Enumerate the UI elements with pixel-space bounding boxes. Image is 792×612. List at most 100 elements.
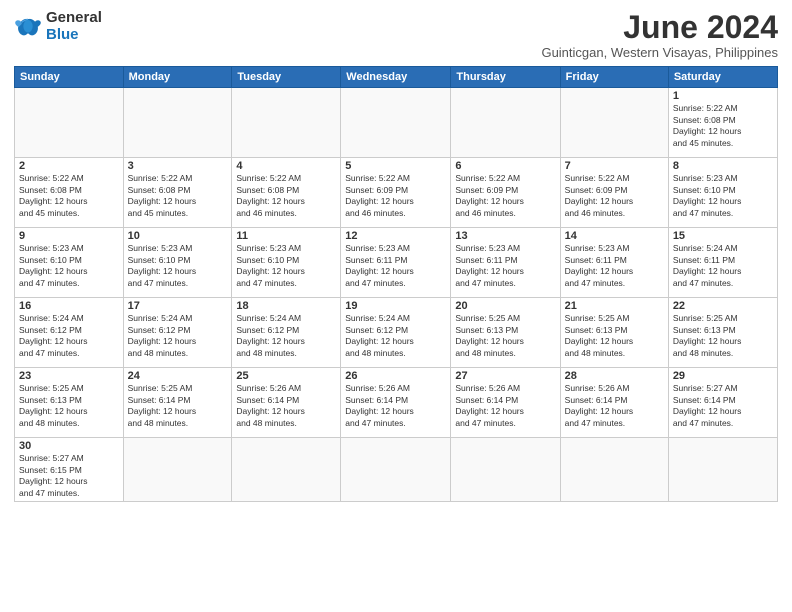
- calendar-cell: 8Sunrise: 5:23 AM Sunset: 6:10 PM Daylig…: [668, 158, 777, 228]
- day-number: 27: [455, 370, 555, 382]
- day-info: Sunrise: 5:24 AM Sunset: 6:12 PM Dayligh…: [236, 313, 336, 359]
- day-number: 18: [236, 300, 336, 312]
- day-number: 10: [128, 230, 228, 242]
- calendar-cell: 1Sunrise: 5:22 AM Sunset: 6:08 PM Daylig…: [668, 88, 777, 158]
- day-info: Sunrise: 5:22 AM Sunset: 6:08 PM Dayligh…: [236, 173, 336, 219]
- day-info: Sunrise: 5:25 AM Sunset: 6:13 PM Dayligh…: [565, 313, 664, 359]
- calendar-cell: 9Sunrise: 5:23 AM Sunset: 6:10 PM Daylig…: [15, 228, 124, 298]
- day-info: Sunrise: 5:25 AM Sunset: 6:13 PM Dayligh…: [673, 313, 773, 359]
- day-info: Sunrise: 5:26 AM Sunset: 6:14 PM Dayligh…: [455, 383, 555, 429]
- day-number: 11: [236, 230, 336, 242]
- day-number: 26: [345, 370, 446, 382]
- day-info: Sunrise: 5:22 AM Sunset: 6:08 PM Dayligh…: [128, 173, 228, 219]
- header-saturday: Saturday: [668, 67, 777, 88]
- day-number: 3: [128, 160, 228, 172]
- header-wednesday: Wednesday: [341, 67, 451, 88]
- calendar-cell: 25Sunrise: 5:26 AM Sunset: 6:14 PM Dayli…: [232, 368, 341, 438]
- calendar-cell: 6Sunrise: 5:22 AM Sunset: 6:09 PM Daylig…: [451, 158, 560, 228]
- calendar-cell: 3Sunrise: 5:22 AM Sunset: 6:08 PM Daylig…: [123, 158, 232, 228]
- day-info: Sunrise: 5:22 AM Sunset: 6:09 PM Dayligh…: [455, 173, 555, 219]
- calendar-cell: [451, 88, 560, 158]
- day-number: 17: [128, 300, 228, 312]
- day-number: 1: [673, 90, 773, 102]
- calendar-cell: 24Sunrise: 5:25 AM Sunset: 6:14 PM Dayli…: [123, 368, 232, 438]
- day-number: 8: [673, 160, 773, 172]
- header-thursday: Thursday: [451, 67, 560, 88]
- day-number: 13: [455, 230, 555, 242]
- calendar-cell: 29Sunrise: 5:27 AM Sunset: 6:14 PM Dayli…: [668, 368, 777, 438]
- day-number: 21: [565, 300, 664, 312]
- calendar-cell: 2Sunrise: 5:22 AM Sunset: 6:08 PM Daylig…: [15, 158, 124, 228]
- calendar-row: 30Sunrise: 5:27 AM Sunset: 6:15 PM Dayli…: [15, 438, 778, 502]
- calendar-cell: 15Sunrise: 5:24 AM Sunset: 6:11 PM Dayli…: [668, 228, 777, 298]
- calendar-cell: [341, 88, 451, 158]
- header-sunday: Sunday: [15, 67, 124, 88]
- page: General Blue June 2024 Guinticgan, Weste…: [0, 0, 792, 612]
- day-info: Sunrise: 5:22 AM Sunset: 6:09 PM Dayligh…: [565, 173, 664, 219]
- day-number: 29: [673, 370, 773, 382]
- calendar-cell: 21Sunrise: 5:25 AM Sunset: 6:13 PM Dayli…: [560, 298, 668, 368]
- calendar-cell: 28Sunrise: 5:26 AM Sunset: 6:14 PM Dayli…: [560, 368, 668, 438]
- day-info: Sunrise: 5:23 AM Sunset: 6:11 PM Dayligh…: [565, 243, 664, 289]
- day-number: 5: [345, 160, 446, 172]
- header-monday: Monday: [123, 67, 232, 88]
- calendar-cell: 23Sunrise: 5:25 AM Sunset: 6:13 PM Dayli…: [15, 368, 124, 438]
- day-number: 20: [455, 300, 555, 312]
- calendar-cell: 20Sunrise: 5:25 AM Sunset: 6:13 PM Dayli…: [451, 298, 560, 368]
- day-number: 12: [345, 230, 446, 242]
- day-info: Sunrise: 5:24 AM Sunset: 6:12 PM Dayligh…: [345, 313, 446, 359]
- calendar-cell: 27Sunrise: 5:26 AM Sunset: 6:14 PM Dayli…: [451, 368, 560, 438]
- day-info: Sunrise: 5:26 AM Sunset: 6:14 PM Dayligh…: [236, 383, 336, 429]
- day-number: 7: [565, 160, 664, 172]
- day-number: 25: [236, 370, 336, 382]
- day-info: Sunrise: 5:26 AM Sunset: 6:14 PM Dayligh…: [565, 383, 664, 429]
- day-info: Sunrise: 5:23 AM Sunset: 6:10 PM Dayligh…: [19, 243, 119, 289]
- day-info: Sunrise: 5:25 AM Sunset: 6:13 PM Dayligh…: [19, 383, 119, 429]
- calendar-cell: 12Sunrise: 5:23 AM Sunset: 6:11 PM Dayli…: [341, 228, 451, 298]
- header: General Blue June 2024 Guinticgan, Weste…: [14, 10, 778, 60]
- day-number: 19: [345, 300, 446, 312]
- day-info: Sunrise: 5:23 AM Sunset: 6:11 PM Dayligh…: [455, 243, 555, 289]
- calendar-cell: [341, 438, 451, 502]
- day-info: Sunrise: 5:27 AM Sunset: 6:14 PM Dayligh…: [673, 383, 773, 429]
- calendar-cell: 30Sunrise: 5:27 AM Sunset: 6:15 PM Dayli…: [15, 438, 124, 502]
- calendar-cell: 26Sunrise: 5:26 AM Sunset: 6:14 PM Dayli…: [341, 368, 451, 438]
- day-info: Sunrise: 5:25 AM Sunset: 6:13 PM Dayligh…: [455, 313, 555, 359]
- logo: General Blue: [14, 10, 102, 43]
- calendar-cell: 22Sunrise: 5:25 AM Sunset: 6:13 PM Dayli…: [668, 298, 777, 368]
- day-info: Sunrise: 5:27 AM Sunset: 6:15 PM Dayligh…: [19, 453, 119, 499]
- header-friday: Friday: [560, 67, 668, 88]
- title-block: June 2024 Guinticgan, Western Visayas, P…: [541, 10, 778, 60]
- day-number: 23: [19, 370, 119, 382]
- day-info: Sunrise: 5:23 AM Sunset: 6:10 PM Dayligh…: [673, 173, 773, 219]
- calendar-cell: [232, 438, 341, 502]
- calendar-cell: 10Sunrise: 5:23 AM Sunset: 6:10 PM Dayli…: [123, 228, 232, 298]
- day-info: Sunrise: 5:26 AM Sunset: 6:14 PM Dayligh…: [345, 383, 446, 429]
- day-number: 28: [565, 370, 664, 382]
- subtitle: Guinticgan, Western Visayas, Philippines: [541, 45, 778, 60]
- day-number: 9: [19, 230, 119, 242]
- day-info: Sunrise: 5:23 AM Sunset: 6:10 PM Dayligh…: [128, 243, 228, 289]
- calendar-cell: 13Sunrise: 5:23 AM Sunset: 6:11 PM Dayli…: [451, 228, 560, 298]
- calendar-cell: [668, 438, 777, 502]
- logo-bird-icon: [14, 16, 42, 38]
- calendar-row: 1Sunrise: 5:22 AM Sunset: 6:08 PM Daylig…: [15, 88, 778, 158]
- day-info: Sunrise: 5:22 AM Sunset: 6:09 PM Dayligh…: [345, 173, 446, 219]
- day-number: 15: [673, 230, 773, 242]
- calendar-row: 2Sunrise: 5:22 AM Sunset: 6:08 PM Daylig…: [15, 158, 778, 228]
- calendar-cell: [123, 438, 232, 502]
- day-number: 4: [236, 160, 336, 172]
- day-info: Sunrise: 5:24 AM Sunset: 6:11 PM Dayligh…: [673, 243, 773, 289]
- day-info: Sunrise: 5:25 AM Sunset: 6:14 PM Dayligh…: [128, 383, 228, 429]
- calendar-cell: 16Sunrise: 5:24 AM Sunset: 6:12 PM Dayli…: [15, 298, 124, 368]
- day-number: 6: [455, 160, 555, 172]
- calendar-cell: 4Sunrise: 5:22 AM Sunset: 6:08 PM Daylig…: [232, 158, 341, 228]
- calendar-row: 16Sunrise: 5:24 AM Sunset: 6:12 PM Dayli…: [15, 298, 778, 368]
- calendar-cell: 7Sunrise: 5:22 AM Sunset: 6:09 PM Daylig…: [560, 158, 668, 228]
- calendar-cell: 18Sunrise: 5:24 AM Sunset: 6:12 PM Dayli…: [232, 298, 341, 368]
- day-number: 30: [19, 440, 119, 452]
- day-number: 22: [673, 300, 773, 312]
- calendar-cell: 14Sunrise: 5:23 AM Sunset: 6:11 PM Dayli…: [560, 228, 668, 298]
- calendar-cell: 19Sunrise: 5:24 AM Sunset: 6:12 PM Dayli…: [341, 298, 451, 368]
- month-title: June 2024: [541, 10, 778, 45]
